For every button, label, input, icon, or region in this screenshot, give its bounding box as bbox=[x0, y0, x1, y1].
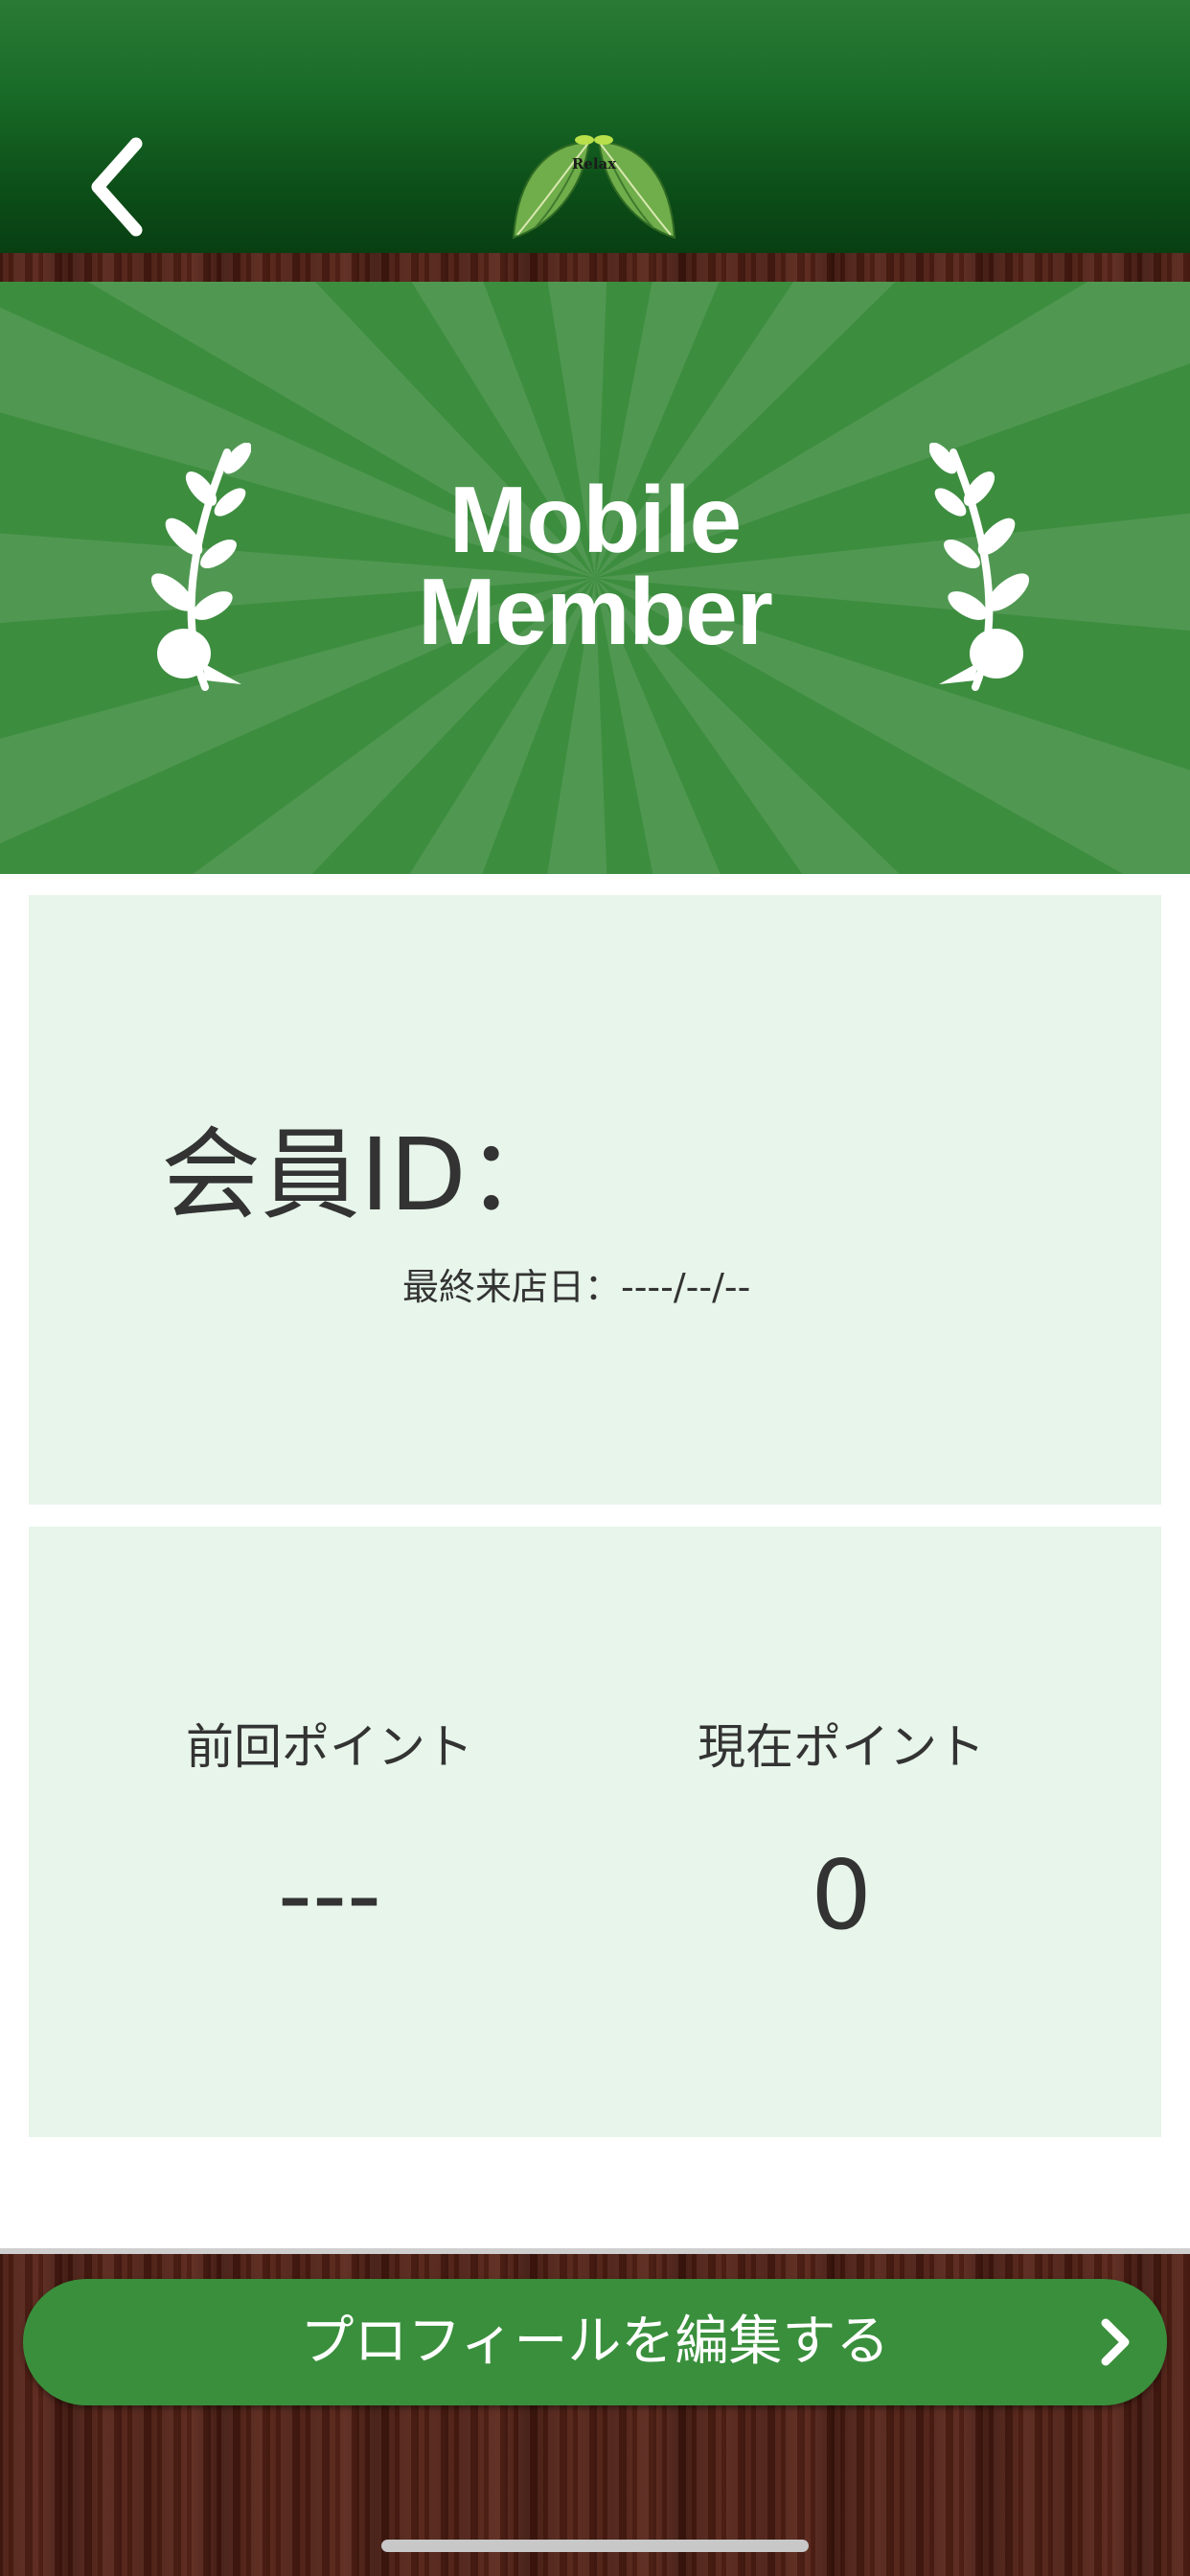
app-header: Relax bbox=[0, 0, 1190, 253]
previous-points-label: 前回ポイント bbox=[186, 1719, 473, 1775]
banner-title-line2: Member bbox=[418, 559, 773, 664]
chevron-left-icon bbox=[91, 137, 143, 237]
banner-title-line1: Mobile bbox=[448, 467, 742, 572]
points-card: 前回ポイント --- 現在ポイント 0 bbox=[29, 1527, 1161, 2137]
current-points-value: 0 bbox=[811, 1839, 872, 1951]
back-button[interactable] bbox=[77, 125, 163, 249]
edit-profile-button[interactable]: プロフィールを編集する bbox=[23, 2279, 1167, 2405]
store-logo: Relax bbox=[508, 134, 680, 244]
logo-text: Relax bbox=[571, 155, 617, 172]
current-points: 現在ポイント 0 bbox=[573, 1718, 1110, 1948]
chevron-right-icon bbox=[1101, 2318, 1130, 2366]
last-visit-date: 最終来店日：----/--/-- bbox=[402, 1266, 751, 1308]
banner-title: Mobile Member bbox=[0, 467, 1190, 664]
current-points-label: 現在ポイント bbox=[698, 1719, 985, 1775]
previous-points-value: --- bbox=[277, 1839, 382, 1951]
mobile-member-banner: Mobile Member bbox=[0, 282, 1190, 874]
home-indicator[interactable] bbox=[381, 2540, 809, 2552]
member-id-label: 会員ID： bbox=[161, 1116, 566, 1233]
wood-divider bbox=[0, 253, 1190, 282]
member-id-card: 会員ID： 最終来店日：----/--/-- bbox=[29, 895, 1161, 1505]
previous-points: 前回ポイント --- bbox=[61, 1718, 598, 1948]
leaf-logo-icon bbox=[512, 135, 676, 240]
edit-profile-label: プロフィールを編集する bbox=[300, 2311, 890, 2373]
